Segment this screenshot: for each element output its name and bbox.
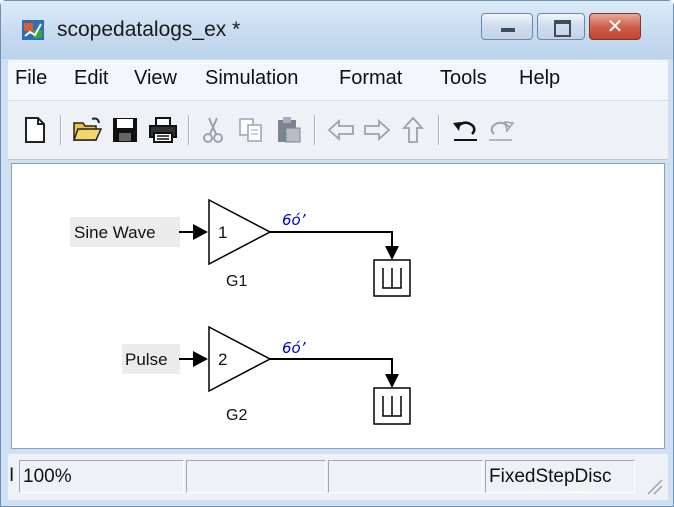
status-cell [328, 460, 483, 493]
arrowhead [385, 374, 399, 388]
simulink-app-icon [22, 20, 44, 40]
gain-value-g2: 2 [218, 350, 227, 369]
menu-view[interactable]: View [134, 67, 177, 90]
new-file-icon [25, 117, 45, 143]
copy-icon [239, 118, 262, 142]
minimize-icon [501, 28, 515, 32]
sine-wave-label: Sine Wave [74, 223, 156, 242]
arrowhead [193, 224, 208, 240]
close-icon: ✕ [606, 14, 624, 38]
signal-line [270, 358, 393, 377]
forward-button[interactable] [360, 113, 394, 147]
forward-arrow-icon [364, 119, 391, 141]
title-bar[interactable]: scopedatalogs_ex * ✕ [1, 1, 673, 59]
paste-button[interactable] [272, 113, 306, 147]
gain-value-g1: 1 [218, 223, 227, 242]
status-solver: FixedStepDisc [485, 460, 635, 493]
print-button[interactable] [146, 113, 180, 147]
arrowhead [193, 351, 208, 367]
model-canvas[interactable]: Sine Wave 1 G1 6ó’ Pulse 2 G2 6ó’ [11, 163, 665, 449]
arrowhead [385, 246, 399, 260]
cut-button[interactable] [196, 113, 230, 147]
menu-tools[interactable]: Tools [440, 67, 487, 90]
window-title: scopedatalogs_ex * [57, 18, 241, 41]
up-button[interactable] [396, 113, 430, 147]
toolbar-separator [60, 115, 61, 145]
menu-bar: File Edit View Simulation Format Tools H… [8, 60, 668, 100]
print-icon [149, 117, 177, 143]
toolbar [8, 101, 668, 160]
maximize-button[interactable] [537, 13, 585, 40]
back-button[interactable] [324, 113, 358, 147]
maximize-icon [554, 20, 571, 37]
menu-simulation[interactable]: Simulation [205, 67, 298, 90]
status-zoom: 100% [19, 460, 184, 493]
new-file-button[interactable] [18, 113, 52, 147]
save-button[interactable] [108, 113, 142, 147]
pulse-label: Pulse [125, 350, 168, 369]
cut-icon [203, 117, 223, 143]
signal-logging-icon: 6ó’ [282, 211, 306, 229]
block-diagram: Sine Wave 1 G1 6ó’ Pulse 2 G2 6ó’ [70, 198, 411, 425]
menu-format[interactable]: Format [339, 67, 402, 90]
undo-icon [453, 121, 477, 141]
paste-icon [278, 117, 301, 143]
status-bar: I 100% FixedStepDisc [8, 454, 668, 500]
signal-line [270, 231, 393, 249]
back-arrow-icon [327, 119, 354, 141]
redo-icon [489, 121, 515, 141]
toolbar-separator [188, 115, 189, 145]
resize-grip-icon[interactable] [644, 476, 664, 496]
menu-file[interactable]: File [15, 67, 47, 90]
status-cell [186, 460, 326, 493]
open-button[interactable] [70, 113, 104, 147]
gain-label-g2: G2 [226, 407, 247, 424]
copy-button[interactable] [234, 113, 268, 147]
gain-label-g1: G1 [226, 273, 247, 290]
toolbar-separator [438, 115, 439, 145]
menu-help[interactable]: Help [519, 67, 560, 90]
open-folder-icon [72, 117, 102, 141]
up-arrow-icon [402, 116, 424, 143]
signal-logging-icon: 6ó’ [282, 339, 306, 357]
minimize-button[interactable] [481, 13, 533, 40]
toolbar-separator [314, 115, 315, 145]
save-icon [113, 118, 137, 142]
undo-button[interactable] [448, 113, 482, 147]
redo-button[interactable] [484, 113, 518, 147]
menu-edit[interactable]: Edit [74, 67, 108, 90]
close-button[interactable]: ✕ [589, 13, 641, 40]
model-window: scopedatalogs_ex * ✕ File Edit View Simu… [0, 0, 674, 507]
